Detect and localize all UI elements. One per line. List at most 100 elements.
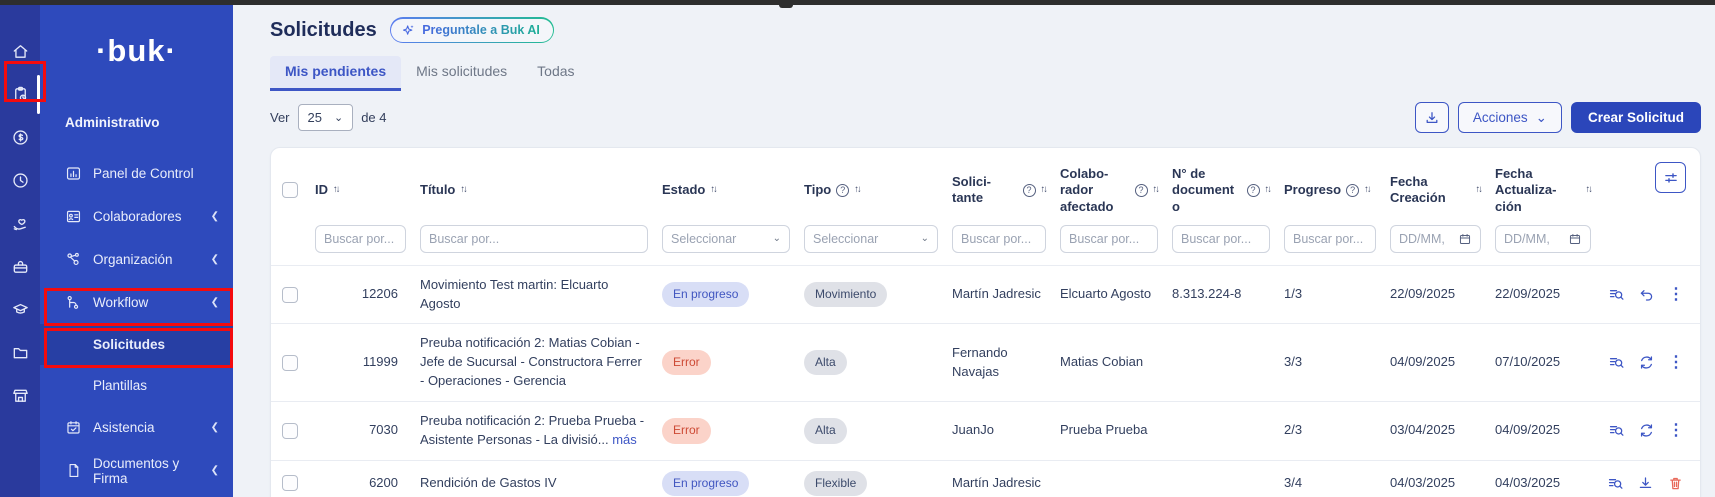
sidebar-item-documentos-y-firma[interactable]: Documentos y Firma ❮ [40,449,233,492]
cell-titulo: Rendición de Gastos IV [412,464,654,497]
sidebar-item-workflow[interactable]: Workflow ❮ [40,281,233,324]
cell-solicitante: JuanJo [944,411,1052,450]
filter-titulo-input[interactable] [420,225,648,253]
trash-icon [1667,475,1684,492]
cell-titulo: Preuba notificación 2: Matias Cobian - J… [412,324,654,401]
row-checkbox[interactable] [282,475,298,491]
suitcase-icon [11,257,30,276]
sidebar-item-asistencia[interactable]: Asistencia ❮ [40,406,233,449]
rail-item-marketplace[interactable] [0,374,40,417]
retry-button[interactable] [1638,354,1655,371]
help-icon[interactable]: ? [1247,184,1260,197]
caret-down-icon: ⌄ [1536,110,1547,126]
sort-icon[interactable]: ↑↓ [333,184,339,196]
download-row-button[interactable] [1637,475,1654,492]
cell-progreso: 3/3 [1276,343,1382,382]
page-size-select[interactable]: 25 ⌄ [298,104,354,131]
delete-button[interactable] [1667,475,1684,492]
org-chart-icon [65,251,82,268]
cell-solicitante: Fernando Navajas [944,334,1052,392]
graduation-cap-icon [11,300,30,319]
more-options-button[interactable]: ⋮ [1668,287,1684,303]
sort-icon[interactable]: ↑↓ [460,184,466,196]
help-icon[interactable]: ? [1023,184,1036,197]
retry-button[interactable] [1638,422,1655,439]
select-all-checkbox[interactable] [282,182,298,198]
row-checkbox[interactable] [282,287,298,303]
sidebar-item-plantillas[interactable]: Plantillas [40,365,233,406]
sort-icon[interactable]: ↑↓ [1586,184,1592,196]
col-numero-documento: N° de documento [1172,166,1242,215]
sort-icon[interactable]: ↑↓ [710,184,716,196]
cell-progreso: 3/4 [1276,464,1382,497]
sidebar-item-organizacion[interactable]: Organización ❮ [40,238,233,281]
filter-fecha-actualizacion-input[interactable]: DD/MM, [1495,225,1591,253]
filter-progreso-input[interactable] [1284,225,1376,253]
help-icon[interactable]: ? [1135,184,1148,197]
sort-icon[interactable]: ↑↓ [854,184,860,196]
tab-mis-pendientes[interactable]: Mis pendientes [270,56,401,91]
tab-mis-solicitudes[interactable]: Mis solicitudes [401,56,522,91]
filter-colaborador-input[interactable] [1060,225,1158,253]
col-id: ID [315,182,328,198]
rail-item-home[interactable] [0,30,40,73]
filter-id-input[interactable] [315,225,406,253]
ask-buk-ai-button[interactable]: Preguntale a Buk AI [390,17,555,43]
help-icon[interactable]: ? [1346,184,1359,197]
crear-solicitud-button[interactable]: Crear Solicitud [1571,102,1701,133]
row-checkbox[interactable] [282,423,298,439]
sidebar-item-panel-de-control[interactable]: Panel de Control [40,152,233,195]
page-title: Solicitudes [270,19,377,42]
window-handle [779,0,793,8]
rail-item-remunerations[interactable] [0,116,40,159]
filter-estado-select[interactable]: Seleccionar⌄ [662,225,790,253]
rail-item-vacations[interactable] [0,245,40,288]
download-icon [1637,475,1654,492]
calendar-check-icon [65,419,82,436]
help-icon[interactable]: ? [836,184,849,197]
more-options-button[interactable]: ⋮ [1668,355,1684,371]
sort-icon[interactable]: ↑↓ [1153,184,1159,196]
more-options-button[interactable]: ⋮ [1668,423,1684,439]
rail-item-talent[interactable] [0,202,40,245]
filter-fecha-creacion-input[interactable]: DD/MM, [1390,225,1481,253]
rail-item-documents-folder[interactable] [0,331,40,374]
home-icon [11,42,30,61]
dollar-coin-icon [11,128,30,147]
chevron-left-icon: ❮ [211,297,219,308]
view-detail-button[interactable] [1607,475,1624,492]
filter-tipo-select[interactable]: Seleccionar⌄ [804,225,938,253]
view-detail-button[interactable] [1608,422,1625,439]
acciones-button[interactable]: Acciones ⌄ [1458,102,1562,133]
column-settings-button[interactable] [1655,162,1686,193]
sort-icon[interactable]: ↑↓ [1265,184,1271,196]
column-settings-icon [1663,170,1679,186]
sort-icon[interactable]: ↑↓ [1041,184,1047,196]
cell-fecha-actualizacion: 04/09/2025 [1487,411,1597,450]
rail-item-training[interactable] [0,288,40,331]
view-detail-button[interactable] [1608,354,1625,371]
col-colaborador-afectado: Colabo-rador afectado [1060,166,1130,215]
export-download-button[interactable] [1415,102,1449,133]
total-count-label: de 4 [361,110,386,125]
sidebar-item-colaboradores[interactable]: Colaboradores ❮ [40,195,233,238]
sort-icon[interactable]: ↑↓ [1364,184,1370,196]
view-detail-button[interactable] [1608,286,1625,303]
filter-solicitante-input[interactable] [952,225,1046,253]
undo-button[interactable] [1638,286,1655,303]
rail-item-time[interactable] [0,159,40,202]
sidebar-item-solicitudes[interactable]: Solicitudes [40,324,233,365]
rail-item-requests[interactable] [0,73,40,116]
col-tipo: Tipo [804,182,831,198]
sidebar-item-label: Documentos y Firma [93,456,211,486]
refresh-icon [1638,354,1655,371]
row-checkbox[interactable] [282,355,298,371]
filter-documento-input[interactable] [1172,225,1270,253]
mas-link[interactable]: más [612,432,637,447]
calendar-icon [1458,232,1472,246]
table-filter-row: Seleccionar⌄ Seleccionar⌄ DD/MM, DD/MM, [271,221,1700,265]
sort-icon[interactable]: ↑↓ [1476,184,1482,196]
app-window: ·buk· Administrativo Panel de Control Co… [0,0,1715,497]
tab-todas[interactable]: Todas [522,56,589,91]
cell-fecha-creacion: 04/09/2025 [1382,343,1487,382]
